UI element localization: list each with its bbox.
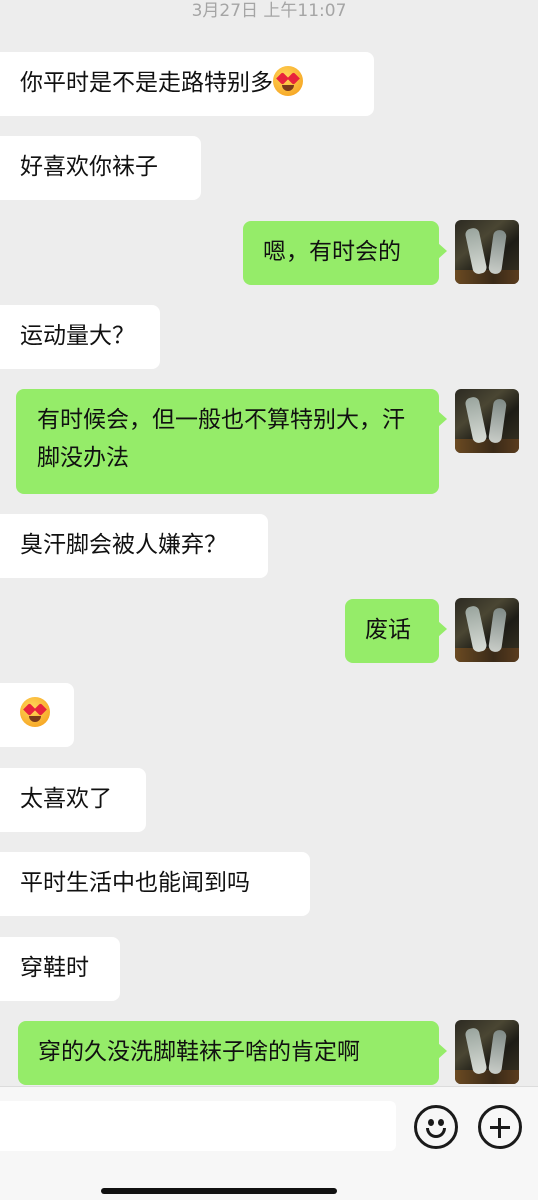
message-input[interactable] (0, 1101, 396, 1151)
message-text: 有时候会，但一般也不算特别大，汗脚没办法 (37, 407, 405, 471)
message-bubble-incoming[interactable]: 平时生活中也能闻到吗 (0, 852, 310, 916)
message-text: 平时生活中也能闻到吗 (20, 870, 250, 896)
message-text: 好喜欢你袜子 (20, 154, 158, 180)
message-bubble-outgoing[interactable]: 有时候会，但一般也不算特别大，汗脚没办法 (16, 389, 447, 494)
smiley-face-icon[interactable] (414, 1105, 458, 1149)
input-bar (0, 1086, 538, 1200)
message-text: 穿鞋时 (20, 955, 89, 981)
message-bubble-outgoing[interactable]: 嗯，有时会的 (243, 221, 447, 285)
heart-eyes-emoji-icon (273, 66, 303, 96)
message-text: 废话 (365, 617, 411, 643)
message-bubble-outgoing[interactable]: 废话 (345, 599, 447, 663)
message-bubble-incoming[interactable]: 穿鞋时 (0, 937, 120, 1001)
message-bubble-incoming[interactable]: 臭汗脚会被人嫌弃？ (0, 514, 268, 578)
user-avatar[interactable] (455, 389, 519, 453)
user-avatar[interactable] (455, 598, 519, 662)
heart-eyes-emoji-icon (20, 697, 50, 727)
message-text: 臭汗脚会被人嫌弃？ (20, 532, 227, 558)
timestamp: 3月27日 上午11:07 (191, 1, 347, 21)
plus-circle-icon[interactable] (478, 1105, 522, 1149)
message-text: 太喜欢了 (20, 786, 112, 812)
message-text: 运动量大？ (20, 323, 135, 349)
message-text: 嗯，有时会的 (263, 239, 401, 265)
user-avatar[interactable] (455, 1020, 519, 1084)
message-bubble-incoming[interactable]: 运动量大？ (0, 305, 160, 369)
message-bubble-incoming[interactable]: 太喜欢了 (0, 768, 146, 832)
message-bubble-incoming[interactable]: 好喜欢你袜子 (0, 136, 201, 200)
message-bubble-incoming[interactable] (0, 683, 74, 747)
message-text: 穿的久没洗脚鞋袜子啥的肯定啊 (38, 1039, 360, 1065)
message-text: 你平时是不是走路特别多 (20, 70, 273, 96)
home-indicator[interactable] (101, 1188, 337, 1194)
message-bubble-outgoing[interactable]: 穿的久没洗脚鞋袜子啥的肯定啊 (18, 1021, 447, 1085)
message-bubble-incoming[interactable]: 你平时是不是走路特别多 (0, 52, 374, 116)
user-avatar[interactable] (455, 220, 519, 284)
